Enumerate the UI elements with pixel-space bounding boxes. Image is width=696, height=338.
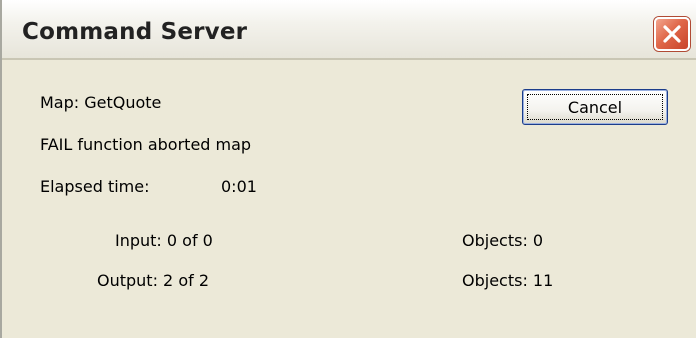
output-objects-count: Objects: 11 [462,271,554,290]
elapsed-time-label: Elapsed time: [40,177,150,196]
status-message: FAIL function aborted map [40,135,252,154]
close-button[interactable] [654,17,690,51]
cancel-button[interactable]: Cancel [522,89,668,125]
title-bar[interactable]: Command Server [2,0,696,60]
window-title: Command Server [22,19,248,45]
map-label: Map: GetQuote [40,93,162,112]
elapsed-time-value: 0:01 [221,177,257,196]
input-objects-count: Objects: 0 [462,231,544,250]
dialog-body: Map: GetQuote FAIL function aborted map … [2,60,696,338]
input-count: Input: 0 of 0 [115,231,213,250]
output-count: Output: 2 of 2 [97,271,210,290]
command-server-dialog: Command Server Map: GetQuote FAIL functi… [0,0,696,338]
cancel-button-label: Cancel [567,98,623,117]
